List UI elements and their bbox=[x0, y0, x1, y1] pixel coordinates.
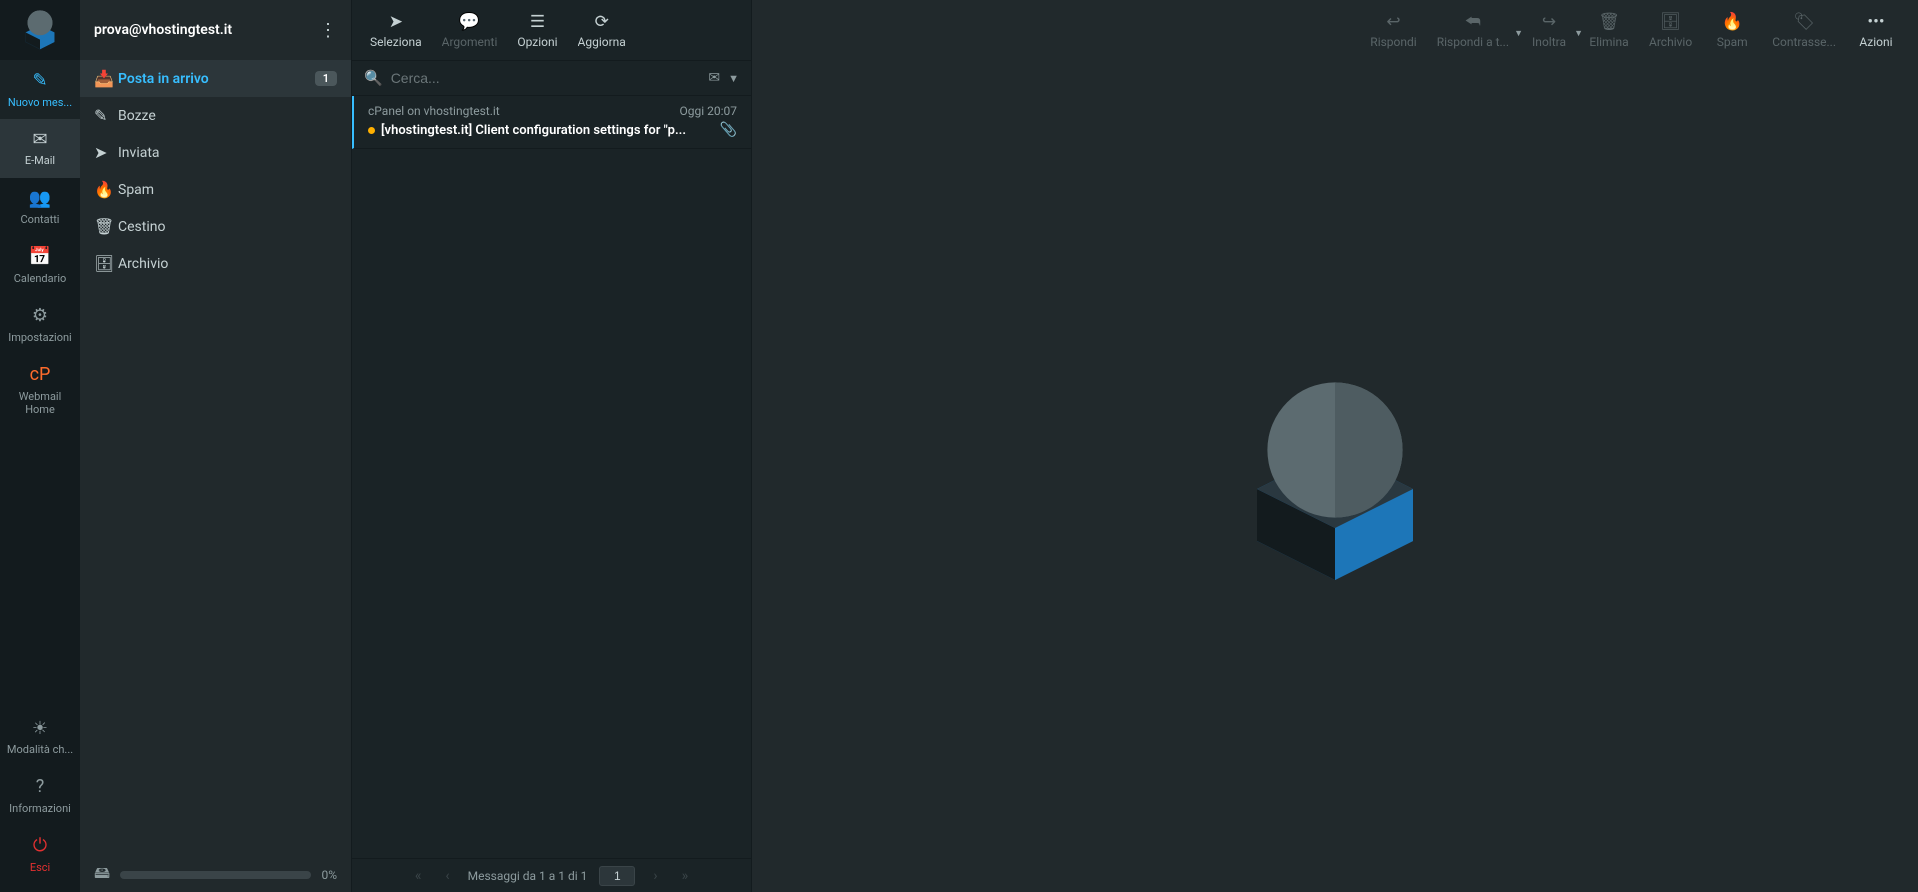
toolbar-threads[interactable]: 💬Argomenti bbox=[432, 6, 508, 55]
tag-icon: 🏷 bbox=[1793, 12, 1815, 32]
toolbar-spam[interactable]: 🔥Spam bbox=[1702, 6, 1762, 55]
trash-icon: 🗑 bbox=[94, 217, 118, 236]
cursor-icon: ➤ bbox=[389, 12, 403, 32]
brightness-icon: ☀ bbox=[32, 718, 48, 740]
folder-badge: 1 bbox=[315, 71, 337, 86]
message-list-pane: ➤Seleziona 💬Argomenti ☰Opzioni ⟳Aggiorna… bbox=[352, 0, 752, 892]
archive-icon: 🗄 bbox=[94, 254, 118, 273]
account-email: prova@vhostingtest.it bbox=[94, 22, 232, 38]
left-nav: ✎Nuovo mes... ✉E-Mail 👥Contatti 📅Calenda… bbox=[0, 0, 80, 892]
search-scope-icon[interactable]: ✉ bbox=[708, 70, 720, 86]
nav-settings[interactable]: ⚙Impostazioni bbox=[0, 295, 80, 354]
nav-contacts[interactable]: 👥Contatti bbox=[0, 178, 80, 237]
folder-label: Inviata bbox=[118, 145, 337, 161]
toolbar-archive[interactable]: 🗄Archivio bbox=[1639, 6, 1702, 55]
toolbar-reply[interactable]: ↩Rispondi bbox=[1360, 6, 1426, 55]
help-icon: ? bbox=[36, 776, 45, 798]
pager-next[interactable]: › bbox=[647, 866, 663, 886]
toolbar-delete[interactable]: 🗑Elimina bbox=[1579, 6, 1639, 55]
trash-icon: 🗑 bbox=[1598, 12, 1620, 32]
search-dropdown[interactable]: ▼ bbox=[728, 72, 739, 85]
gear-icon: ⚙ bbox=[32, 305, 48, 327]
cpanel-icon: cP bbox=[30, 364, 51, 386]
sent-icon: ➤ bbox=[94, 143, 118, 162]
nav-calendar[interactable]: 📅Calendario bbox=[0, 236, 80, 295]
folder-list: 📥Posta in arrivo1✎Bozze➤Inviata🔥Spam🗑Ces… bbox=[80, 60, 351, 858]
contacts-icon: 👥 bbox=[29, 188, 51, 210]
quota-percent: 0% bbox=[321, 868, 337, 882]
folder-sent[interactable]: ➤Inviata bbox=[80, 134, 351, 171]
calendar-icon: 📅 bbox=[29, 246, 51, 268]
folder-inbox[interactable]: 📥Posta in arrivo1 bbox=[80, 60, 351, 97]
toolbar-refresh[interactable]: ⟳Aggiorna bbox=[568, 6, 636, 55]
search-icon: 🔍 bbox=[364, 69, 383, 87]
quota-progress bbox=[120, 871, 311, 879]
preview-pane: ↩Rispondi ⮪Rispondi a t...▼ ↪Inoltra▼ 🗑E… bbox=[752, 0, 1918, 892]
reply-icon: ↩ bbox=[1386, 12, 1400, 32]
folder-spam[interactable]: 🔥Spam bbox=[80, 171, 351, 208]
preview-toolbar: ↩Rispondi ⮪Rispondi a t...▼ ↪Inoltra▼ 🗑E… bbox=[752, 0, 1918, 60]
folder-trash[interactable]: 🗑Cestino bbox=[80, 208, 351, 245]
search-bar: 🔍 ✉ ▼ bbox=[352, 60, 751, 96]
nav-logout[interactable]: ⏻Esci bbox=[0, 825, 80, 884]
drafts-icon: ✎ bbox=[94, 106, 118, 125]
account-header: prova@vhostingtest.it ⋮ bbox=[80, 0, 351, 60]
disk-icon: 🖴 bbox=[94, 862, 110, 889]
folder-label: Bozze bbox=[118, 108, 337, 124]
toolbar-actions[interactable]: •••Azioni bbox=[1846, 6, 1906, 55]
pager-first[interactable]: « bbox=[409, 866, 428, 886]
threads-icon: 💬 bbox=[459, 12, 480, 32]
nav-darkmode[interactable]: ☀Modalità ch... bbox=[0, 708, 80, 767]
spam-icon: 🔥 bbox=[94, 180, 118, 199]
folder-archive[interactable]: 🗄Archivio bbox=[80, 245, 351, 282]
reply-all-icon: ⮪ bbox=[1465, 12, 1481, 32]
nav-email[interactable]: ✉E-Mail bbox=[0, 119, 80, 178]
toolbar-forward[interactable]: ↪Inoltra▼ bbox=[1519, 6, 1579, 55]
folder-label: Archivio bbox=[118, 256, 337, 272]
folder-label: Spam bbox=[118, 182, 337, 198]
toolbar-mark[interactable]: 🏷Contrasse... bbox=[1762, 6, 1846, 55]
fire-icon: 🔥 bbox=[1722, 12, 1743, 32]
archive-icon: 🗄 bbox=[1660, 12, 1682, 32]
pager-page-input[interactable] bbox=[599, 866, 635, 886]
compose-icon: ✎ bbox=[32, 70, 47, 92]
nav-about[interactable]: ?Informazioni bbox=[0, 766, 80, 825]
attachment-icon: 📎 bbox=[720, 122, 737, 138]
refresh-icon: ⟳ bbox=[595, 12, 609, 32]
search-input[interactable] bbox=[391, 70, 701, 86]
list-toolbar: ➤Seleziona 💬Argomenti ☰Opzioni ⟳Aggiorna bbox=[352, 0, 751, 60]
messages: cPanel on vhostingtest.it Oggi 20:07 [vho… bbox=[352, 96, 751, 858]
pager-info: Messaggi da 1 a 1 di 1 bbox=[468, 869, 588, 883]
app-logo bbox=[0, 0, 80, 60]
message-subject: [vhostingtest.it] Client configuration s… bbox=[381, 123, 714, 138]
message-item[interactable]: cPanel on vhostingtest.it Oggi 20:07 [vho… bbox=[352, 96, 751, 149]
unread-dot bbox=[368, 127, 375, 134]
folder-drafts[interactable]: ✎Bozze bbox=[80, 97, 351, 134]
mail-icon: ✉ bbox=[32, 129, 47, 151]
folders-pane: prova@vhostingtest.it ⋮ 📥Posta in arrivo… bbox=[80, 0, 352, 892]
quota-bar: 🖴 0% bbox=[80, 858, 351, 892]
more-icon: ••• bbox=[1867, 12, 1884, 32]
account-menu-button[interactable]: ⋮ bbox=[319, 20, 337, 41]
nav-compose[interactable]: ✎Nuovo mes... bbox=[0, 60, 80, 119]
folder-label: Posta in arrivo bbox=[118, 71, 315, 87]
nav-webmail-home[interactable]: cPWebmailHome bbox=[0, 354, 80, 426]
pager-prev[interactable]: ‹ bbox=[439, 866, 455, 886]
toolbar-reply-all[interactable]: ⮪Rispondi a t...▼ bbox=[1427, 6, 1519, 55]
pager: « ‹ Messaggi da 1 a 1 di 1 › » bbox=[352, 858, 751, 892]
inbox-icon: 📥 bbox=[94, 69, 118, 88]
message-from: cPanel on vhostingtest.it bbox=[368, 104, 500, 118]
toolbar-options[interactable]: ☰Opzioni bbox=[507, 6, 567, 55]
pager-last[interactable]: » bbox=[676, 866, 695, 886]
message-date: Oggi 20:07 bbox=[679, 104, 737, 118]
folder-label: Cestino bbox=[118, 219, 337, 235]
toolbar-select[interactable]: ➤Seleziona bbox=[360, 6, 432, 55]
sliders-icon: ☰ bbox=[530, 12, 545, 32]
preview-empty bbox=[752, 60, 1918, 892]
forward-icon: ↪ bbox=[1542, 12, 1556, 32]
power-icon: ⏻ bbox=[33, 835, 47, 857]
